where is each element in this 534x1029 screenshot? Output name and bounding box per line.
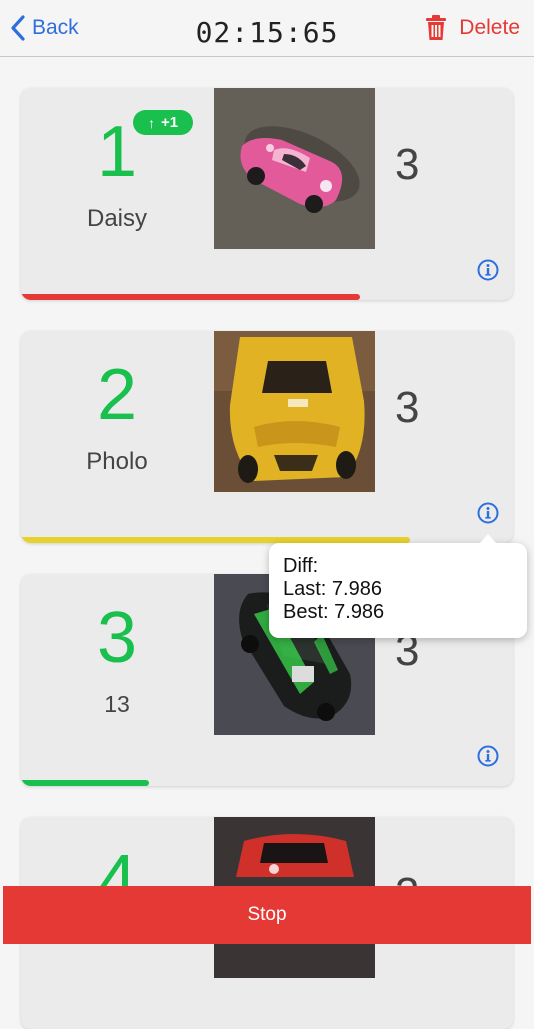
position-change-value: +1 xyxy=(160,114,179,131)
lap-count: 3 xyxy=(395,383,420,432)
info-icon[interactable] xyxy=(477,259,499,281)
racer-position: 2 xyxy=(96,355,138,435)
info-icon[interactable] xyxy=(477,502,499,524)
tooltip-caret xyxy=(479,534,497,544)
racer-name: Pholo xyxy=(86,448,148,475)
top-bar: Back 02:15:65 Delete xyxy=(0,0,534,57)
delete-label: Delete xyxy=(459,16,520,39)
lap-info-tooltip: Diff: Last: 7.986 Best: 7.986 xyxy=(269,534,527,638)
car-photo xyxy=(214,331,375,492)
lap-count: 3 xyxy=(395,140,420,189)
lap-progress-bar xyxy=(21,294,361,300)
car-photo xyxy=(214,88,375,249)
stop-button[interactable]: Stop xyxy=(3,886,531,944)
racer-card[interactable]: 1 Daisy ↑ +1 3 xyxy=(21,88,513,300)
lap-progress-bar xyxy=(21,780,149,786)
arrow-up-icon: ↑ xyxy=(147,114,155,131)
tooltip-best: Best: 7.986 xyxy=(283,601,385,623)
tooltip-last: Last: 7.986 xyxy=(283,578,382,600)
racer-position: 3 xyxy=(96,598,138,678)
trash-icon xyxy=(426,15,447,40)
info-icon[interactable] xyxy=(477,745,499,767)
racer-name: Daisy xyxy=(86,205,147,232)
racer-name: 13 xyxy=(104,691,130,717)
position-change-badge: ↑ +1 xyxy=(133,110,193,135)
delete-button[interactable]: Delete xyxy=(425,12,520,44)
racer-card[interactable]: 2 Pholo 3 xyxy=(21,331,513,543)
tooltip-diff: Diff: xyxy=(283,555,319,577)
